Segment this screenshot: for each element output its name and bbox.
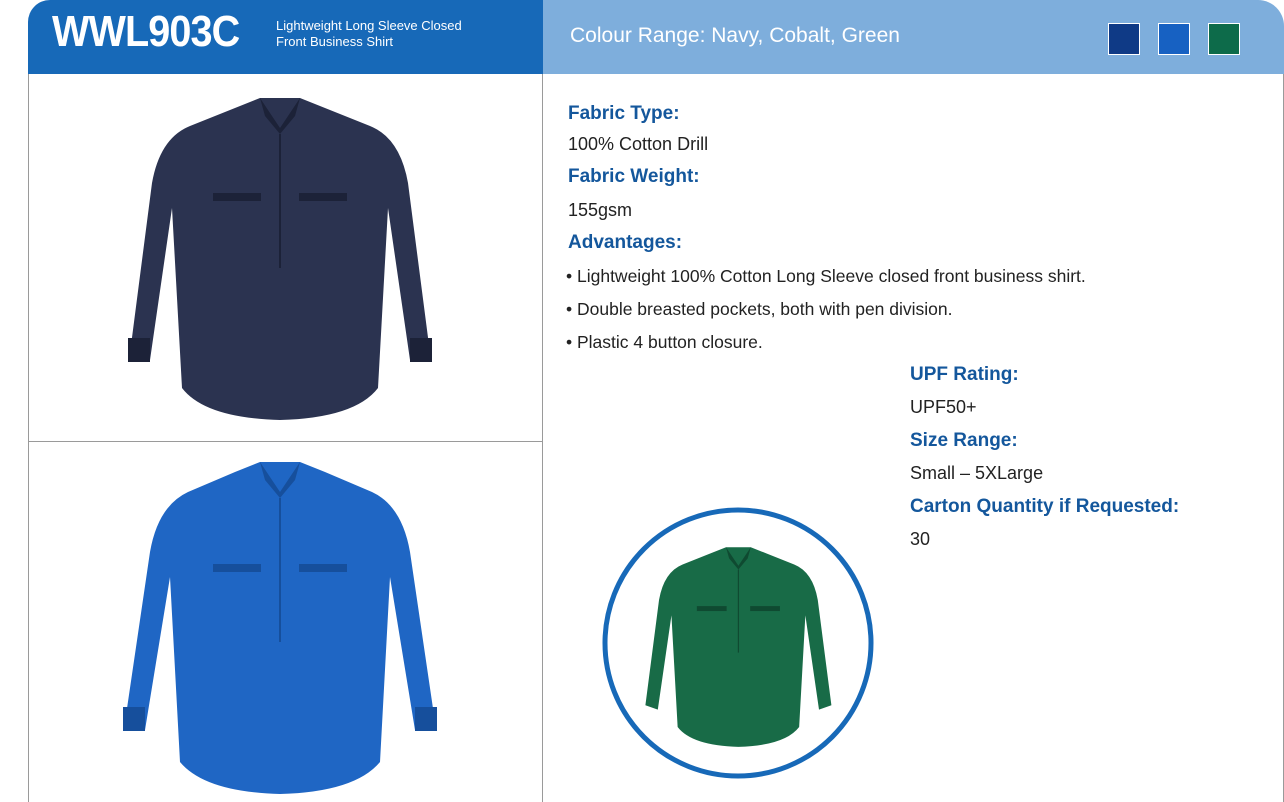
product-sheet: WWL903C Lightweight Long Sleeve Closed F… [0,0,1284,802]
cobalt-shirt-image [123,462,437,794]
navy-shirt [128,98,432,420]
swatch-navy [1108,23,1140,55]
product-code: WWL903C [52,7,240,56]
advantage-item-3: • Plastic 4 button closure. [566,332,763,352]
size-range-value: Small – 5XLarge [910,463,1044,483]
colour-range: Colour Range: Navy, Cobalt, Green [570,24,900,47]
swatch-green [1208,23,1240,55]
product-subtitle: Lightweight Long Sleeve Closed Front Bus… [276,18,526,50]
frame-image-divider [28,441,543,442]
swatch-cobalt [1158,23,1190,55]
subtitle-line-2: Front Business Shirt [276,34,394,49]
carton-quantity-label: Carton Quantity if Requested: [910,496,1180,517]
cobalt-shirt [123,462,437,794]
carton-quantity-value: 30 [910,529,931,549]
fabric-weight-label: Fabric Weight: [568,166,700,187]
subtitle-line-1: Lightweight Long Sleeve Closed [276,18,462,33]
fabric-weight-value: 155gsm [568,200,633,220]
navy-shirt-image [128,98,432,420]
advantage-item-2: • Double breasted pockets, both with pen… [566,299,953,319]
advantages-label: Advantages: [568,232,683,253]
upf-rating-label: UPF Rating: [910,364,1019,385]
frame-left-border [28,74,29,802]
frame-middle-divider [542,74,543,802]
size-range-label: Size Range: [910,430,1018,451]
upf-rating-value: UPF50+ [910,397,977,417]
fabric-type-value: 100% Cotton Drill [568,134,709,154]
advantage-item-1: • Lightweight 100% Cotton Long Sleeve cl… [566,266,1086,286]
green-shirt-image [602,507,874,779]
fabric-type-label: Fabric Type: [568,103,680,124]
